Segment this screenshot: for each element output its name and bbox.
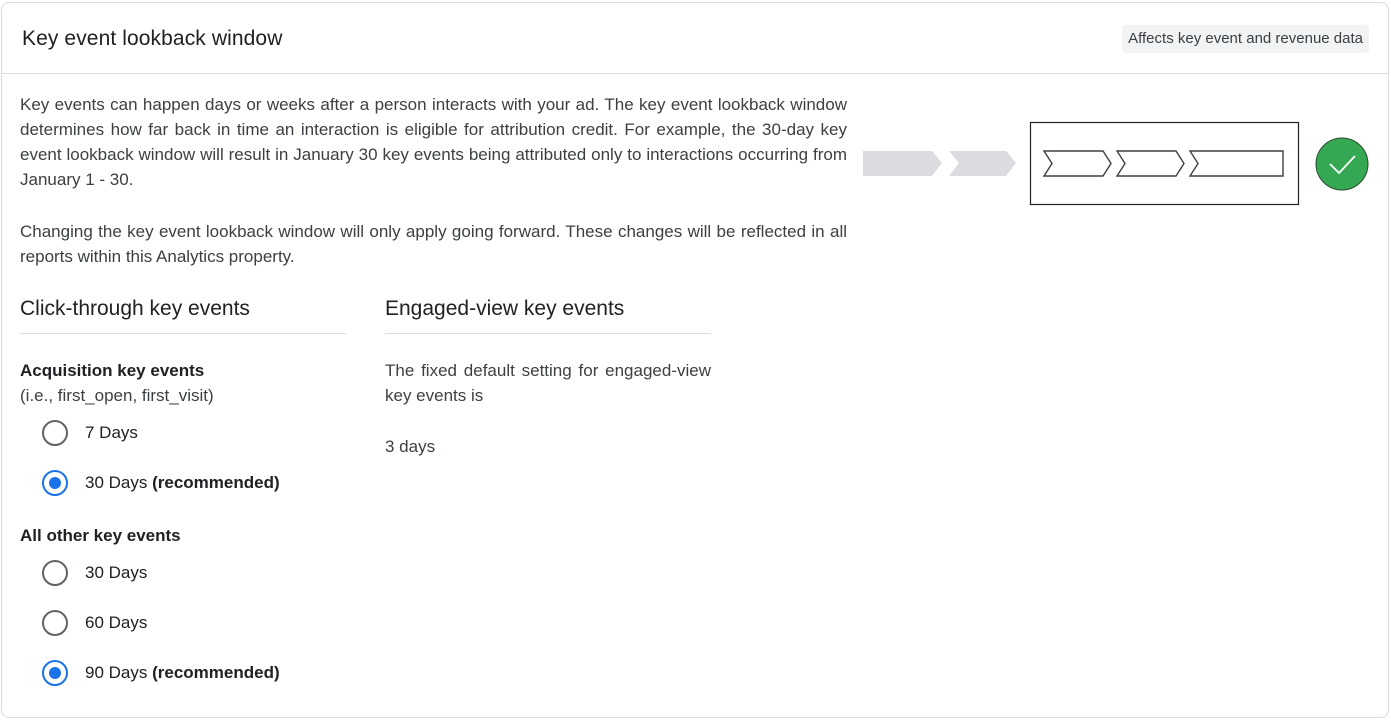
radio-label: 30 Days [85,563,148,582]
radio-label: 30 Days (recommended) [85,473,280,492]
radio-label: 7 Days [85,423,138,442]
radio-button[interactable] [42,560,68,586]
green-check-icon [1315,137,1369,191]
chevron-step-outline-icon [1115,150,1185,177]
radio-other-90-days[interactable]: 90 Days (recommended) [42,659,280,687]
radio-button[interactable] [42,610,68,636]
card-header: Key event lookback window Affects key ev… [2,3,1388,74]
card-title: Key event lookback window [22,27,283,50]
radio-button[interactable] [42,420,68,446]
lookback-illustration [863,121,1369,206]
radio-button-checked[interactable] [42,660,68,686]
chevron-step-gray-icon [863,151,942,176]
chevron-step-outline-icon [1042,150,1112,177]
radio-other-30-days[interactable]: 30 Days [42,559,147,587]
engaged-view-description: The fixed default setting for engaged-vi… [385,361,711,405]
radio-acquisition-30-days[interactable]: 30 Days (recommended) [42,469,280,497]
acquisition-key-events-title: Acquisition key events [20,361,205,380]
engaged-view-heading: Engaged-view key events [385,297,711,334]
radio-acquisition-7-days[interactable]: 7 Days [42,419,138,447]
acquisition-key-events-subtitle: (i.e., first_open, first_visit) [20,386,214,405]
engaged-view-value: 3 days [385,437,436,456]
radio-other-60-days[interactable]: 60 Days [42,609,147,637]
description: Key events can happen days or weeks afte… [20,92,847,269]
affects-data-badge: Affects key event and revenue data [1122,25,1369,53]
description-paragraph: Key events can happen days or weeks afte… [20,95,847,189]
radio-label: 90 Days (recommended) [85,663,280,682]
chevron-step-gray-icon [949,151,1016,176]
chevron-step-outline-icon [1188,150,1284,177]
description-paragraph: Changing the key event lookback window w… [20,222,847,266]
recommended-tag: (recommended) [152,663,280,682]
recommended-tag: (recommended) [152,473,280,492]
other-key-events-title: All other key events [20,526,181,545]
click-through-heading: Click-through key events [20,297,346,334]
radio-button-checked[interactable] [42,470,68,496]
radio-label: 60 Days [85,613,148,632]
